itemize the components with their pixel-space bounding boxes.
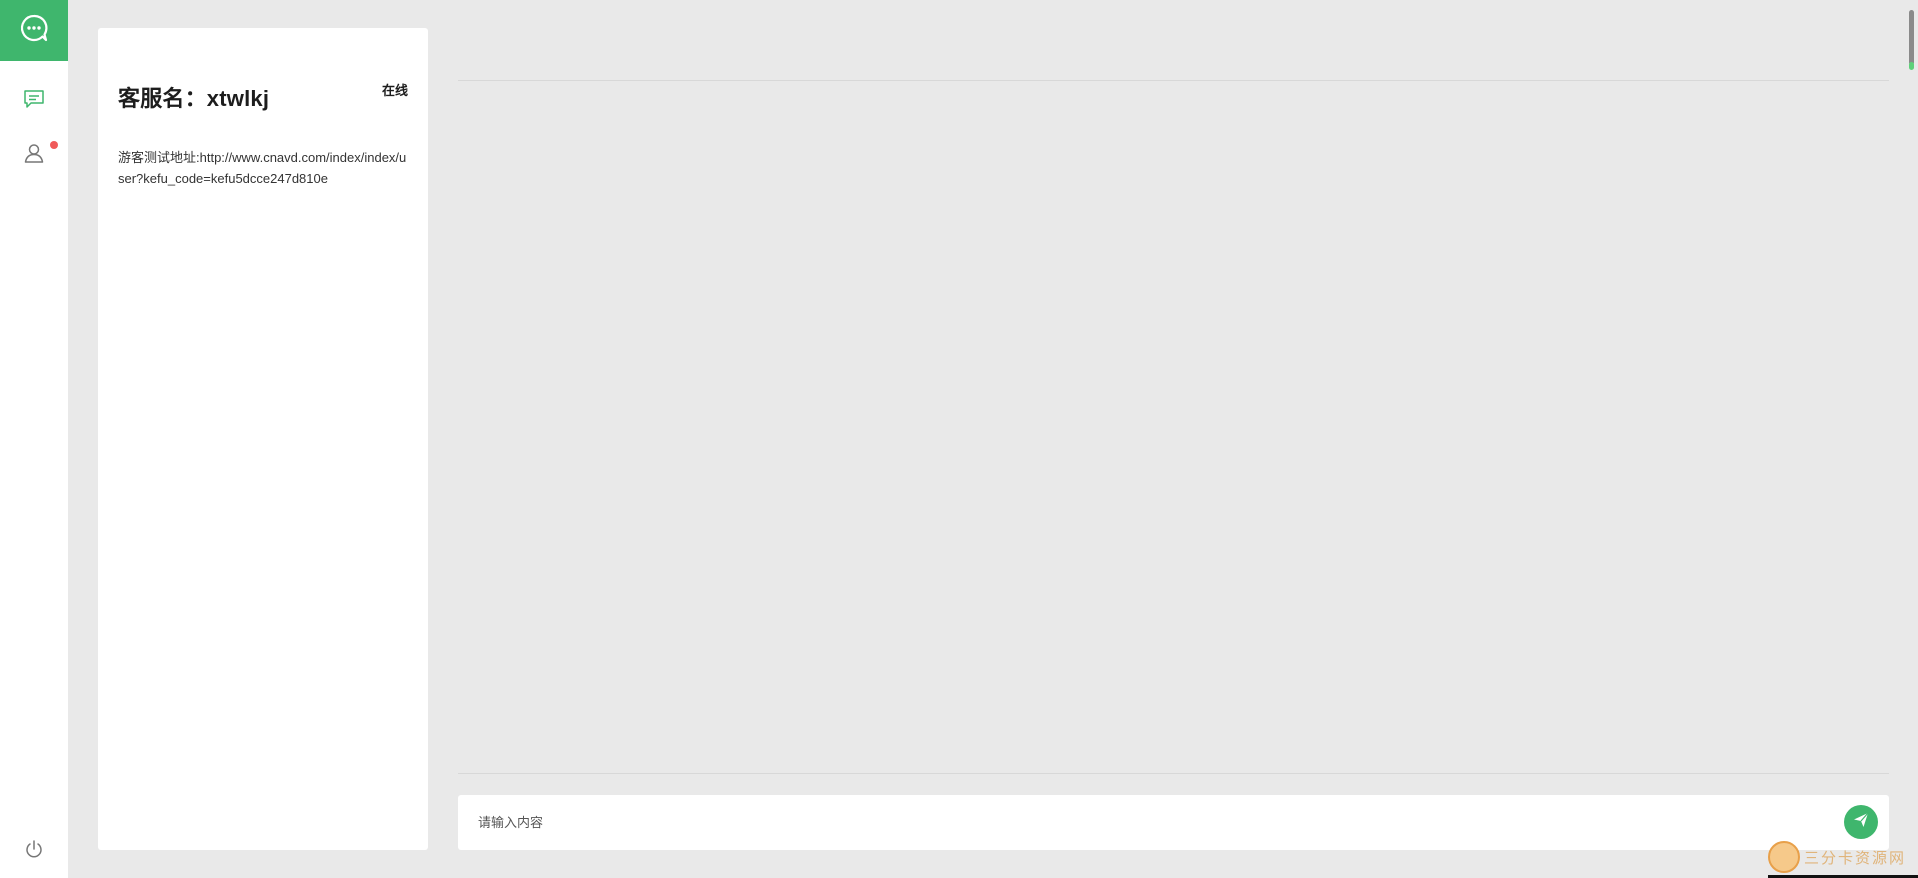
watermark-mascot-icon xyxy=(1768,841,1800,873)
sidebar-item-messages[interactable] xyxy=(0,81,68,121)
agent-info-card: 客服名：xtwlkj 在线 游客测试地址:http://www.cnavd.co… xyxy=(98,28,428,850)
paper-plane-icon xyxy=(1853,812,1869,833)
agent-name-title: 客服名：xtwlkj xyxy=(118,86,270,111)
site-watermark: 三分卡资源网 xyxy=(1768,836,1918,878)
status-badge: 在线 xyxy=(381,83,408,98)
chat-footer-divider xyxy=(458,773,1889,774)
message-icon xyxy=(23,89,45,114)
user-icon xyxy=(23,142,45,169)
app-logo xyxy=(0,0,68,61)
scroll-thumb[interactable] xyxy=(1909,10,1914,65)
message-composer xyxy=(458,795,1889,850)
app-root: 客服名：xtwlkj 在线 游客测试地址:http://www.cnavd.co… xyxy=(0,0,1918,878)
sidebar-item-visitors[interactable] xyxy=(0,135,68,175)
sidebar-rail xyxy=(0,0,68,878)
send-button[interactable] xyxy=(1844,805,1878,839)
chat-message-list xyxy=(458,81,1889,773)
power-icon xyxy=(24,839,44,864)
page-scrollbar[interactable] xyxy=(1909,10,1914,70)
message-input[interactable] xyxy=(478,795,1818,850)
notification-badge xyxy=(50,141,58,149)
chat-bubble-dots-icon xyxy=(19,13,49,48)
logout-button[interactable] xyxy=(0,831,68,871)
watermark-text: 三分卡资源网 xyxy=(1804,848,1907,867)
visitor-test-address: 游客测试地址:http://www.cnavd.com/index/index/… xyxy=(118,150,407,186)
scroll-indicator xyxy=(1909,62,1914,70)
